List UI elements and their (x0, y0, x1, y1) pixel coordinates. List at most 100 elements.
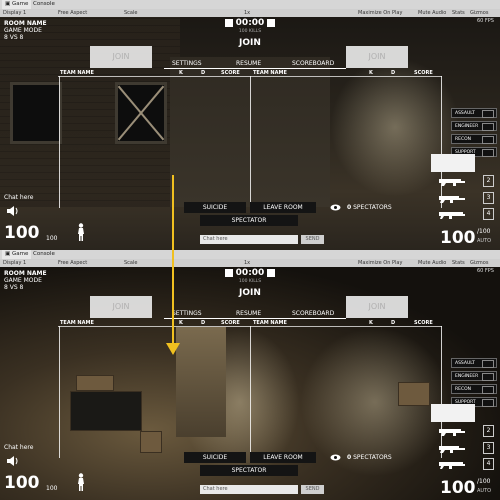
timer-text: 00:00 (235, 17, 265, 28)
transition-arrow-line (172, 175, 174, 345)
assault-icon (482, 360, 494, 368)
class-recon-button[interactable]: RECON (451, 134, 497, 144)
chat-input[interactable]: Chat here (200, 485, 298, 494)
support-icon (482, 149, 494, 157)
sniper-icon[interactable] (438, 459, 466, 469)
tab-game[interactable]: ▣ Game (2, 250, 32, 259)
team-score-left (224, 268, 233, 277)
fire-mode: AUTO (477, 238, 492, 244)
tab-console[interactable]: Console (30, 0, 58, 9)
crate (76, 375, 114, 391)
maximize-toggle[interactable]: Maximize On Play (358, 259, 402, 267)
chat-label: Chat here (4, 444, 34, 451)
send-button[interactable]: SEND (301, 235, 324, 244)
scale-label: Scale (124, 10, 138, 16)
stats-toggle[interactable]: Stats (452, 259, 465, 267)
stats-toggle[interactable]: Stats (452, 9, 465, 17)
gizmos-toggle[interactable]: Gizmos (470, 259, 488, 267)
ammo-max: /100 (477, 478, 491, 485)
spectator-button[interactable]: SPECTATOR (200, 465, 298, 476)
speaker-icon[interactable] (6, 456, 18, 466)
weapon-preview-card (431, 154, 475, 172)
menu-scoreboard[interactable]: SCOREBOARD (292, 60, 334, 67)
tab-game-text: Game (11, 1, 29, 7)
game-view-panel-bottom: ▣ Game Console Display 1 Free Aspect Sca… (0, 250, 500, 500)
weapon-slot-4[interactable]: 4 (483, 458, 494, 470)
class-engineer-button[interactable]: ENGINEER (451, 371, 497, 381)
rifle-icon[interactable] (438, 176, 466, 186)
table (70, 391, 142, 431)
display-select[interactable]: Display 1 (3, 9, 26, 17)
display-select[interactable]: Display 1 (3, 259, 26, 267)
join-team-right-button[interactable]: JOIN (346, 46, 408, 68)
spectators-count: 0 SPECTATORS (347, 202, 392, 213)
menu-scoreboard[interactable]: SCOREBOARD (292, 310, 334, 317)
weapon-slot-3[interactable]: 3 (483, 442, 494, 454)
join-team-right-button[interactable]: JOIN (346, 296, 408, 318)
eye-icon (330, 204, 341, 211)
aspect-select[interactable]: Free Aspect (58, 259, 87, 267)
class-recon-label: RECON (455, 137, 472, 142)
menu-settings[interactable]: SETTINGS (172, 60, 202, 67)
room-name: ROOM NAME (4, 20, 47, 27)
kills-to-win: 100 KILLS (238, 29, 262, 34)
menu-settings[interactable]: SETTINGS (172, 310, 202, 317)
weapon-slot-3[interactable]: 3 (483, 192, 494, 204)
class-recon-button[interactable]: RECON (451, 384, 497, 394)
class-engineer-button[interactable]: ENGINEER (451, 121, 497, 131)
scoreboard-center-divider (250, 326, 251, 458)
crate (140, 431, 162, 453)
recon-icon (482, 136, 494, 144)
assault-icon (482, 110, 494, 118)
engineer-icon (482, 373, 494, 381)
rifle-icon[interactable] (438, 426, 466, 436)
speaker-icon[interactable] (6, 206, 18, 216)
class-assault-button[interactable]: ASSAULT (451, 108, 497, 118)
gizmos-toggle[interactable]: Gizmos (470, 9, 488, 17)
weapon-slot-4[interactable]: 4 (483, 208, 494, 220)
class-engineer-label: ENGINEER (455, 374, 479, 379)
game-viewport[interactable]: 60 FPS ROOM NAME GAME MODE 8 VS 8 00:00 … (0, 17, 500, 250)
menu-resume[interactable]: RESUME (236, 310, 261, 317)
join-team-left-button[interactable]: JOIN (90, 46, 152, 68)
scoreboard-left-border (59, 326, 60, 458)
leave-room-button[interactable]: LEAVE ROOM (250, 452, 316, 463)
mute-toggle[interactable]: Mute Audio (418, 9, 446, 17)
spectator-button[interactable]: SPECTATOR (200, 215, 298, 226)
scale-value[interactable]: 1x (244, 9, 250, 17)
mute-toggle[interactable]: Mute Audio (418, 259, 446, 267)
suicide-button[interactable]: SUICIDE (184, 202, 246, 213)
game-toolbar: Display 1 Free Aspect Scale 1x Maximize … (0, 9, 500, 17)
send-button[interactable]: SEND (301, 485, 324, 494)
fps-counter: 60 FPS (476, 18, 494, 24)
scale-value[interactable]: 1x (244, 259, 250, 267)
scale-label: Scale (124, 260, 138, 266)
spectators-text: SPECTATORS (353, 204, 392, 211)
menu-resume[interactable]: RESUME (236, 60, 261, 67)
editor-tab-bar: ▣ Game Console (0, 0, 500, 9)
tab-console[interactable]: Console (30, 250, 58, 259)
scoreboard-right-border (441, 326, 442, 458)
suicide-button[interactable]: SUICIDE (184, 452, 246, 463)
tab-game[interactable]: ▣ Game (2, 0, 32, 9)
maximize-toggle[interactable]: Maximize On Play (358, 9, 402, 17)
tab-game-text: Game (11, 251, 29, 257)
smg-icon[interactable] (438, 193, 466, 203)
chat-input[interactable]: Chat here (200, 235, 298, 244)
eye-icon (330, 454, 341, 461)
window-left (10, 82, 62, 144)
aspect-select[interactable]: Free Aspect (58, 9, 87, 17)
smg-icon[interactable] (438, 443, 466, 453)
weapon-slot-2[interactable]: 2 (483, 175, 494, 187)
window-right (115, 82, 167, 144)
wall-column (176, 327, 226, 437)
game-viewport[interactable]: 60 FPS ROOM NAME GAME MODE 8 VS 8 00:00 … (0, 267, 500, 500)
sniper-icon[interactable] (438, 209, 466, 219)
ammo-count: 100 (440, 478, 476, 498)
fps-counter: 60 FPS (476, 268, 494, 274)
health-value: 100 (4, 473, 40, 493)
class-assault-button[interactable]: ASSAULT (451, 358, 497, 368)
leave-room-button[interactable]: LEAVE ROOM (250, 202, 316, 213)
join-team-left-button[interactable]: JOIN (90, 296, 152, 318)
weapon-slot-2[interactable]: 2 (483, 425, 494, 437)
